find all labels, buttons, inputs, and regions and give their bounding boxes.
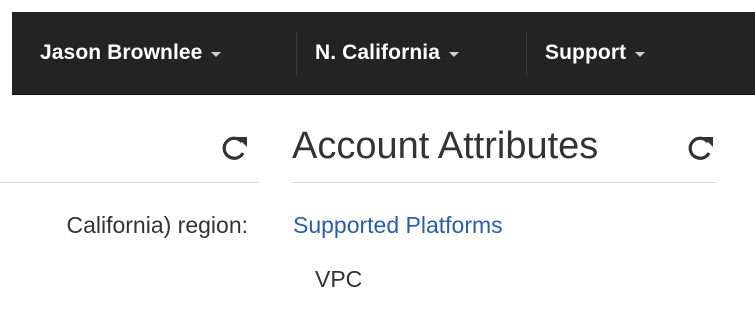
nav-divider [296, 32, 297, 76]
region-resources-label: California) region: [66, 212, 248, 238]
left-panel-divider [0, 182, 258, 183]
support-menu-label: Support [545, 41, 627, 64]
caret-down-icon [635, 52, 646, 57]
supported-platforms-link[interactable]: Supported Platforms [293, 212, 503, 239]
supported-platform-value: VPC [315, 266, 363, 292]
account-attributes-divider [292, 182, 716, 183]
support-menu[interactable]: Support [545, 12, 646, 94]
caret-down-icon [211, 52, 222, 57]
refresh-icon[interactable] [222, 134, 250, 162]
region-menu-label: N. California [315, 41, 440, 64]
refresh-icon[interactable] [688, 134, 716, 162]
user-menu-label: Jason Brownlee [40, 41, 203, 64]
top-navbar: Jason Brownlee N. California Support [12, 12, 755, 95]
nav-divider [526, 32, 527, 76]
page: Jason Brownlee N. California Support Cal… [0, 0, 755, 322]
user-menu[interactable]: Jason Brownlee [40, 12, 222, 94]
account-attributes-title: Account Attributes [292, 125, 599, 167]
region-menu[interactable]: N. California [315, 12, 459, 94]
caret-down-icon [448, 52, 459, 57]
